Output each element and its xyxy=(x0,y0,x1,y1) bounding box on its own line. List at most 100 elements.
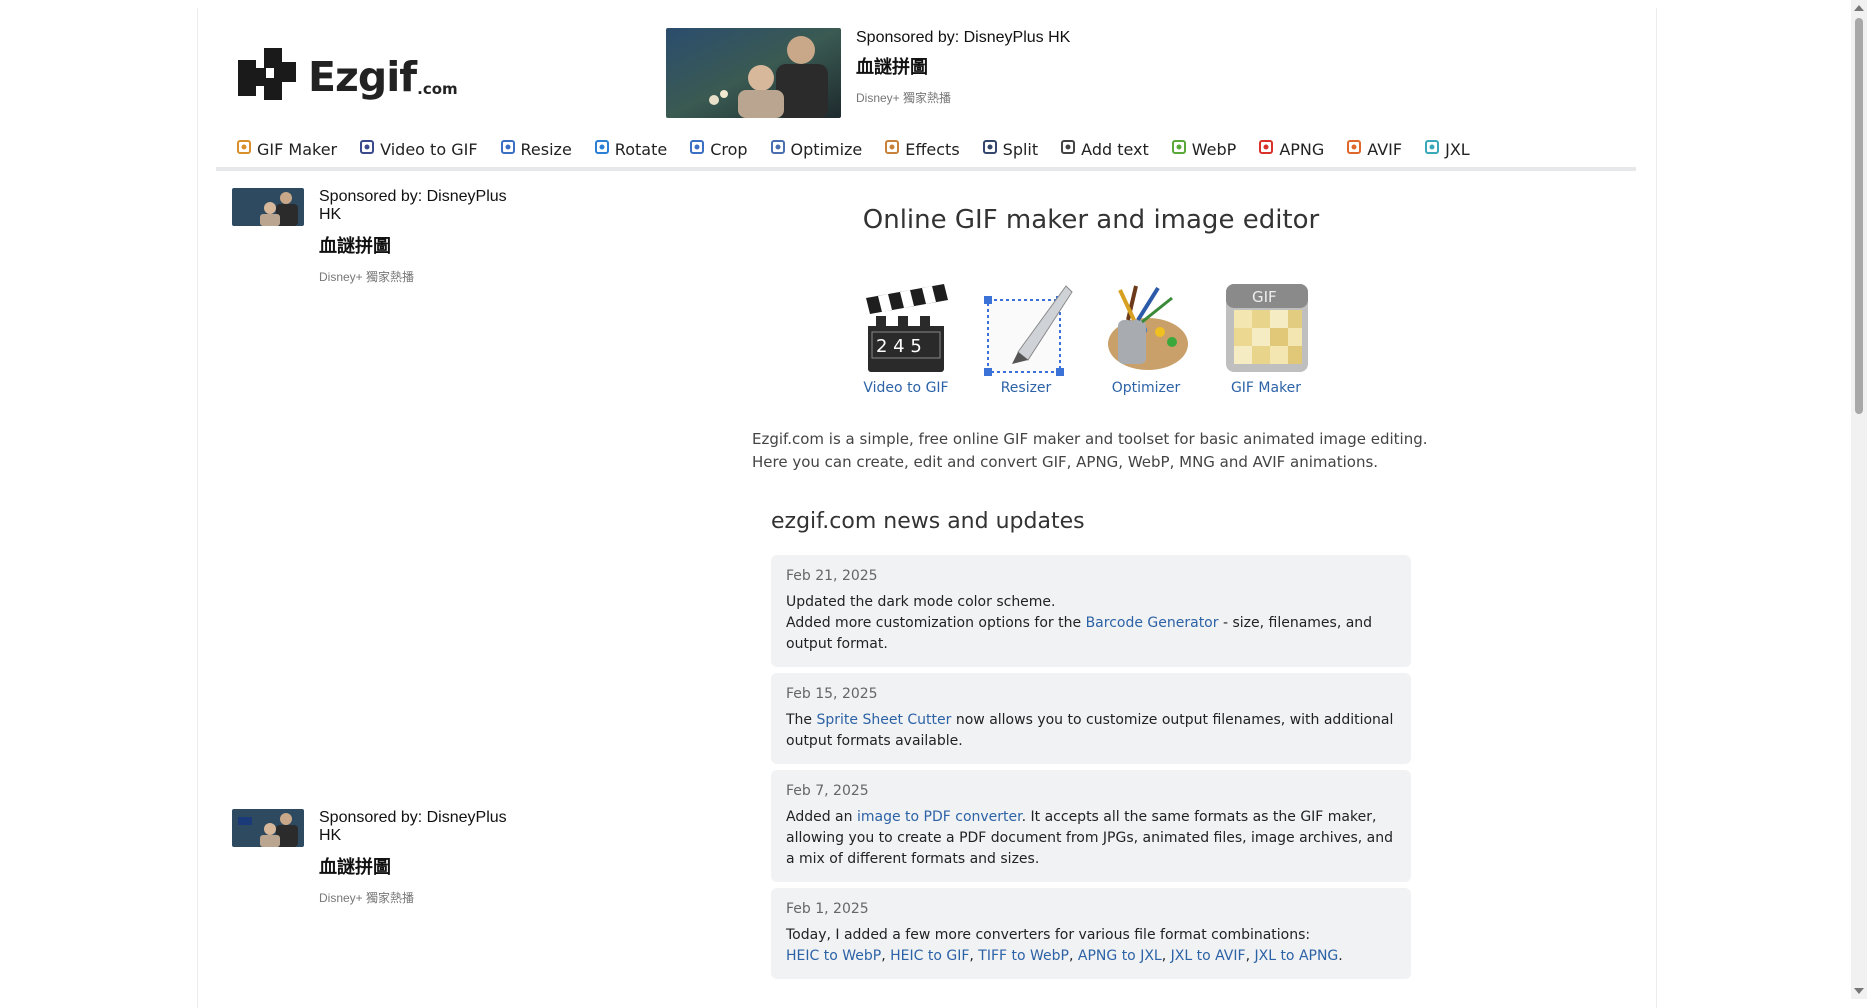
intro-line-2: Here you can create, edit and convert GI… xyxy=(752,453,1379,471)
nav-webp[interactable]: WebP xyxy=(1171,139,1237,159)
news-text: The Sprite Sheet Cutter now allows you t… xyxy=(786,710,1396,752)
scroll-down-arrow-icon[interactable] xyxy=(1854,988,1864,994)
news-text: Added an image to PDF converter. It acce… xyxy=(786,807,1396,870)
avif-icon xyxy=(1347,139,1362,154)
nav-optimize[interactable]: Optimize xyxy=(770,139,863,159)
scroll-up-arrow-icon[interactable] xyxy=(1854,5,1864,11)
page-scrollbar[interactable] xyxy=(1851,0,1867,999)
ezgif-logo-icon xyxy=(238,48,296,100)
news-item: Feb 7, 2025 Added an image to PDF conver… xyxy=(771,770,1411,882)
page-title: Online GIF maker and image editor xyxy=(862,205,1320,235)
sponsor-title[interactable]: 血謎拼圖 xyxy=(319,232,519,258)
news-date: Feb 7, 2025 xyxy=(786,783,869,799)
jxl-icon xyxy=(1425,139,1440,154)
sponsor-thumbnail[interactable] xyxy=(232,809,304,847)
nav-label: Add text xyxy=(1081,140,1149,159)
nav-crop[interactable]: Crop xyxy=(689,139,748,159)
nav-label: JXL xyxy=(1445,140,1470,159)
nav-label: Resize xyxy=(520,140,572,159)
svg-text:GIF: GIF xyxy=(1252,288,1277,306)
nav-label: Optimize xyxy=(790,140,863,159)
apng-icon xyxy=(1259,139,1274,154)
intro-line-1: Ezgif.com is a simple, free online GIF m… xyxy=(752,430,1428,448)
news-date: Feb 15, 2025 xyxy=(786,686,878,702)
nav-effects[interactable]: Effects xyxy=(884,139,960,159)
jxl-to-apng-link[interactable]: JXL to APNG xyxy=(1254,948,1338,964)
nav-apng[interactable]: APNG xyxy=(1258,139,1325,159)
nav-add-text[interactable]: Add text xyxy=(1060,139,1149,159)
gif-maker-icon xyxy=(237,139,251,154)
nav-label: Video to GIF xyxy=(380,140,478,159)
main-navigation: GIF Maker Video to GIF Resize Rotate Crop Opt… xyxy=(236,139,1492,159)
heic-to-webp-link[interactable]: HEIC to WebP xyxy=(786,948,881,964)
gif-calendar-icon: GIF xyxy=(1226,284,1308,372)
news-links: HEIC to WebP, HEIC to GIF, TIFF to WebP,… xyxy=(786,948,1343,964)
news-text-part: Added more customization options for the xyxy=(786,615,1086,631)
rotate-icon xyxy=(594,139,609,154)
side-sponsor-ad-2[interactable]: Sponsored by: DisneyPlus HK 血謎拼圖 Disney+… xyxy=(232,809,519,906)
nav-label: Effects xyxy=(905,140,960,159)
sponsor-label: Sponsored by: DisneyPlus xyxy=(319,188,507,205)
scrollbar-thumb[interactable] xyxy=(1855,18,1863,414)
tool-label[interactable]: Video to GIF xyxy=(863,380,948,396)
sponsor-title[interactable]: 血謎拼圖 xyxy=(319,853,519,879)
film-icon xyxy=(360,139,375,154)
sponsor-subtitle: Disney+ 獨家熱播 xyxy=(319,270,415,284)
intro-text: Ezgif.com is a simple, free online GIF m… xyxy=(752,428,1432,474)
svg-text:2 4 5: 2 4 5 xyxy=(876,336,922,357)
news-heading: ezgif.com news and updates xyxy=(771,509,1085,534)
nav-video-to-gif[interactable]: Video to GIF xyxy=(359,139,478,159)
side-sponsor-ad-1[interactable]: Sponsored by: DisneyPlus HK 血謎拼圖 Disney+… xyxy=(232,188,519,285)
logo-suffix: .com xyxy=(417,80,458,98)
add-text-icon xyxy=(1061,139,1076,154)
palette-icon xyxy=(885,139,900,154)
nav-divider xyxy=(216,167,1636,171)
heic-to-gif-link[interactable]: HEIC to GIF xyxy=(890,948,969,964)
tool-label[interactable]: Resizer xyxy=(1001,380,1052,396)
jxl-to-avif-link[interactable]: JXL to AVIF xyxy=(1171,948,1246,964)
sponsor-title[interactable]: 血謎拼圖 xyxy=(856,53,1070,79)
webp-icon xyxy=(1171,139,1186,154)
sponsor-thumbnail[interactable] xyxy=(666,28,841,118)
resize-icon xyxy=(500,139,515,154)
image-to-pdf-link[interactable]: image to PDF converter xyxy=(857,809,1022,825)
sprite-sheet-cutter-link[interactable]: Sprite Sheet Cutter xyxy=(817,712,952,728)
resizer-icon xyxy=(984,285,1073,376)
nav-label: APNG xyxy=(1279,140,1325,159)
sponsor-subtitle: Disney+ 獨家熱播 xyxy=(319,891,415,905)
tool-gif-maker[interactable]: GIF GIF Maker xyxy=(1206,280,1326,396)
nav-label: Rotate xyxy=(614,140,668,159)
news-text-part: . xyxy=(1338,948,1343,964)
news-text-part: Added an xyxy=(786,809,857,825)
nav-label: WebP xyxy=(1191,140,1237,159)
sponsor-label: Sponsored by: DisneyPlus HK xyxy=(856,29,1071,46)
paint-palette-icon xyxy=(1108,285,1188,370)
news-text: Today, I added a few more converters for… xyxy=(786,927,1311,943)
tiff-to-webp-link[interactable]: TIFF to WebP xyxy=(978,948,1069,964)
barcode-generator-link[interactable]: Barcode Generator xyxy=(1086,615,1219,631)
nav-label: Crop xyxy=(710,140,748,159)
nav-jxl[interactable]: JXL xyxy=(1424,139,1470,159)
top-sponsor-ad[interactable]: Sponsored by: DisneyPlus HK 血謎拼圖 Disney+… xyxy=(666,28,1070,118)
tool-optimizer[interactable]: Optimizer xyxy=(1086,280,1206,396)
news-text: Added more customization options for the… xyxy=(786,613,1396,655)
nav-resize[interactable]: Resize xyxy=(500,139,572,159)
tool-video-to-gif[interactable]: 2 4 5 Video to GIF xyxy=(846,280,966,396)
news-item: Feb 21, 2025 Updated the dark mode color… xyxy=(771,555,1411,667)
nav-split[interactable]: Split xyxy=(982,139,1038,159)
tool-resizer[interactable]: Resizer xyxy=(966,280,1086,396)
news-date: Feb 1, 2025 xyxy=(786,901,869,917)
tool-label[interactable]: GIF Maker xyxy=(1231,380,1301,396)
apng-to-jxl-link[interactable]: APNG to JXL xyxy=(1078,948,1162,964)
nav-rotate[interactable]: Rotate xyxy=(594,139,668,159)
site-logo[interactable]: Ezgif .com xyxy=(236,46,458,100)
split-icon xyxy=(982,139,997,154)
tool-label[interactable]: Optimizer xyxy=(1112,380,1181,396)
news-date: Feb 21, 2025 xyxy=(786,568,878,584)
nav-gif-maker[interactable]: GIF Maker xyxy=(236,139,337,159)
sponsor-label-cont: HK xyxy=(319,827,342,844)
news-list: Feb 21, 2025 Updated the dark mode color… xyxy=(771,555,1411,985)
nav-label: AVIF xyxy=(1367,140,1403,159)
sponsor-thumbnail[interactable] xyxy=(232,188,304,226)
nav-avif[interactable]: AVIF xyxy=(1346,139,1403,159)
